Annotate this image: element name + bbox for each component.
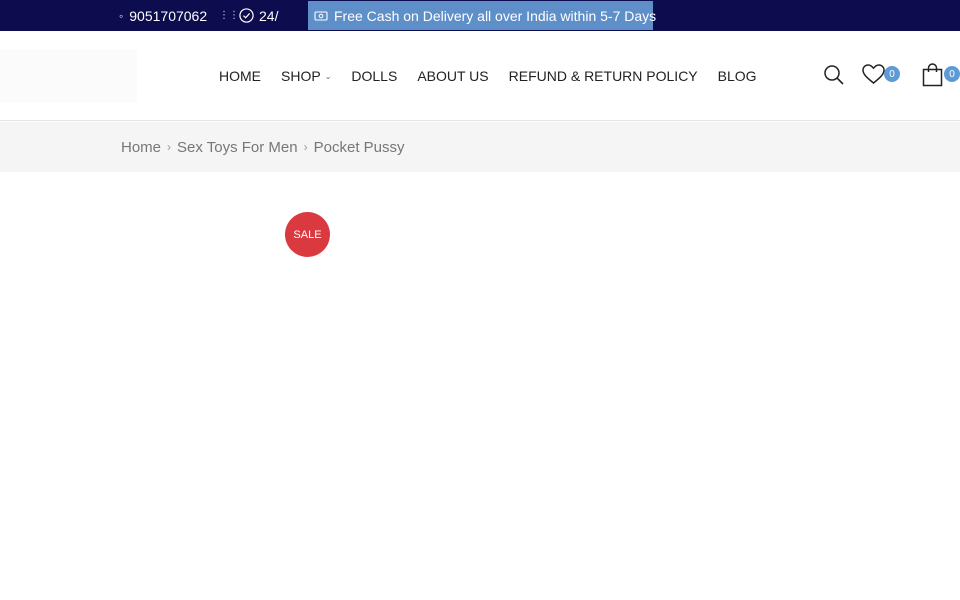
promo-text: Free Cash on Delivery all over India wit… <box>334 7 657 24</box>
nav-shop-label: SHOP <box>281 68 321 84</box>
support-info: 24/7 Support <box>239 0 279 31</box>
cash-icon <box>314 10 328 21</box>
nav-about[interactable]: ABOUT US <box>417 68 488 84</box>
check-circle-icon <box>239 8 254 23</box>
chevron-right-icon: › <box>303 140 308 154</box>
site-logo[interactable] <box>0 49 137 103</box>
heart-icon <box>862 64 885 84</box>
breadcrumb-home[interactable]: Home <box>121 139 161 156</box>
breadcrumb: Home › Sex Toys For Men › Pocket Pussy <box>121 122 405 172</box>
cart-button[interactable]: 0 <box>922 63 960 92</box>
cart-count-badge: 0 <box>944 66 960 82</box>
wishlist-count-badge: 0 <box>884 66 900 82</box>
chevron-down-icon: ⌄ <box>324 71 332 81</box>
promo-banner: Free Cash on Delivery all over India wit… <box>308 1 657 30</box>
sale-badge: SALE <box>285 212 330 257</box>
chevron-right-icon: › <box>167 140 172 154</box>
nav-blog-label: BLOG <box>717 68 757 84</box>
nav-about-label: ABOUT US <box>417 68 489 84</box>
announcement-bar: ◦ 9051707062 ⋮⋮ 24/7 Support Free Cash o… <box>0 0 960 31</box>
nav-refund-policy[interactable]: REFUND & RETURN POLICY <box>509 68 698 84</box>
main-nav: HOME SHOP ⌄ DOLLS ABOUT US REFUND & RETUR… <box>219 31 777 121</box>
breadcrumb-bar: Home › Sex Toys For Men › Pocket Pussy <box>0 122 960 172</box>
search-icon <box>824 65 844 85</box>
nav-shop[interactable]: SHOP ⌄ <box>281 68 331 84</box>
nav-home-label: HOME <box>219 68 261 84</box>
breadcrumb-category[interactable]: Sex Toys For Men <box>177 139 298 156</box>
separator-dots-icon: ⋮⋮ <box>219 10 239 21</box>
nav-refund-label: REFUND & RETURN POLICY <box>508 68 698 84</box>
phone-number: 9051707062 <box>129 7 208 24</box>
phone-contact[interactable]: ◦ 9051707062 <box>119 0 207 31</box>
nav-dolls-label: DOLLS <box>351 68 398 84</box>
support-text: 24/7 Support <box>259 7 279 24</box>
site-header: HOME SHOP ⌄ DOLLS ABOUT US REFUND & RETUR… <box>0 31 960 121</box>
phone-icon: ◦ <box>119 8 124 23</box>
shopping-bag-icon <box>922 63 943 87</box>
search-button[interactable] <box>823 64 845 91</box>
wishlist-button[interactable]: 0 <box>862 64 900 90</box>
nav-home[interactable]: HOME <box>219 68 261 84</box>
nav-dolls[interactable]: DOLLS <box>351 68 397 84</box>
breadcrumb-current: Pocket Pussy <box>313 138 405 156</box>
nav-blog[interactable]: BLOG <box>718 68 757 84</box>
